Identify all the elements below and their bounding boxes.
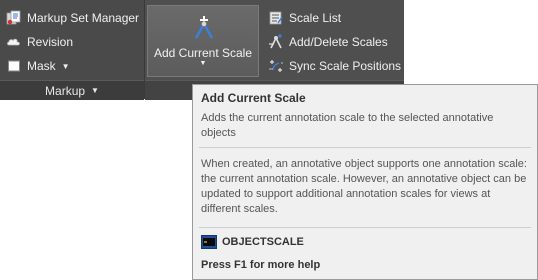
add-delete-scales-button[interactable]: Add/Delete Scales (268, 32, 388, 52)
chevron-down-icon: ▼ (61, 61, 70, 71)
add-current-scale-label: Add Current Scale (153, 46, 253, 60)
sync-scale-positions-button[interactable]: Sync Scale Positions (268, 56, 401, 76)
tooltip-title: Add Current Scale (201, 91, 306, 105)
command-line-icon (201, 235, 217, 249)
tooltip-divider (199, 227, 531, 228)
revision-cloud-icon (6, 34, 22, 50)
tooltip-command-name: OBJECTSCALE (222, 236, 304, 248)
chevron-down-icon: ▼ (199, 60, 207, 67)
tooltip-command: OBJECTSCALE (201, 235, 304, 249)
revision-label: Revision (27, 35, 74, 49)
scale-list-label: Scale List (289, 11, 342, 25)
add-current-scale-button[interactable]: Add Current Scale ▼ (147, 5, 259, 77)
tooltip-divider (199, 147, 531, 148)
scale-list-icon (268, 10, 284, 26)
markup-panel-title-label: Markup (45, 83, 86, 98)
tooltip-short-description: Adds the current annotation scale to the… (201, 112, 494, 139)
revision-button[interactable]: Revision (6, 32, 73, 52)
sync-scale-positions-label: Sync Scale Positions (289, 59, 402, 73)
sync-scale-positions-icon (268, 58, 284, 74)
add-current-scale-icon (192, 14, 216, 40)
mask-label: Mask (27, 59, 56, 73)
tooltip-long-description: When created, an annotative object suppo… (201, 158, 527, 215)
scale-list-button[interactable]: Scale List (268, 8, 341, 28)
tooltip-help-hint: Press F1 for more help (201, 259, 321, 271)
markup-panel-title[interactable]: Markup ▼ (0, 80, 144, 100)
markup-set-manager-button[interactable]: Markup Set Manager (6, 8, 139, 28)
chevron-down-icon: ▼ (91, 86, 99, 95)
tooltip: Add Current Scale Adds the current annot… (192, 84, 538, 280)
mask-icon (6, 58, 22, 74)
add-delete-scales-icon (268, 34, 284, 50)
markup-set-manager-icon (6, 10, 22, 26)
mask-button[interactable]: Mask ▼ (6, 56, 70, 76)
add-delete-scales-label: Add/Delete Scales (289, 35, 388, 49)
markup-set-manager-label: Markup Set Manager (27, 11, 140, 25)
